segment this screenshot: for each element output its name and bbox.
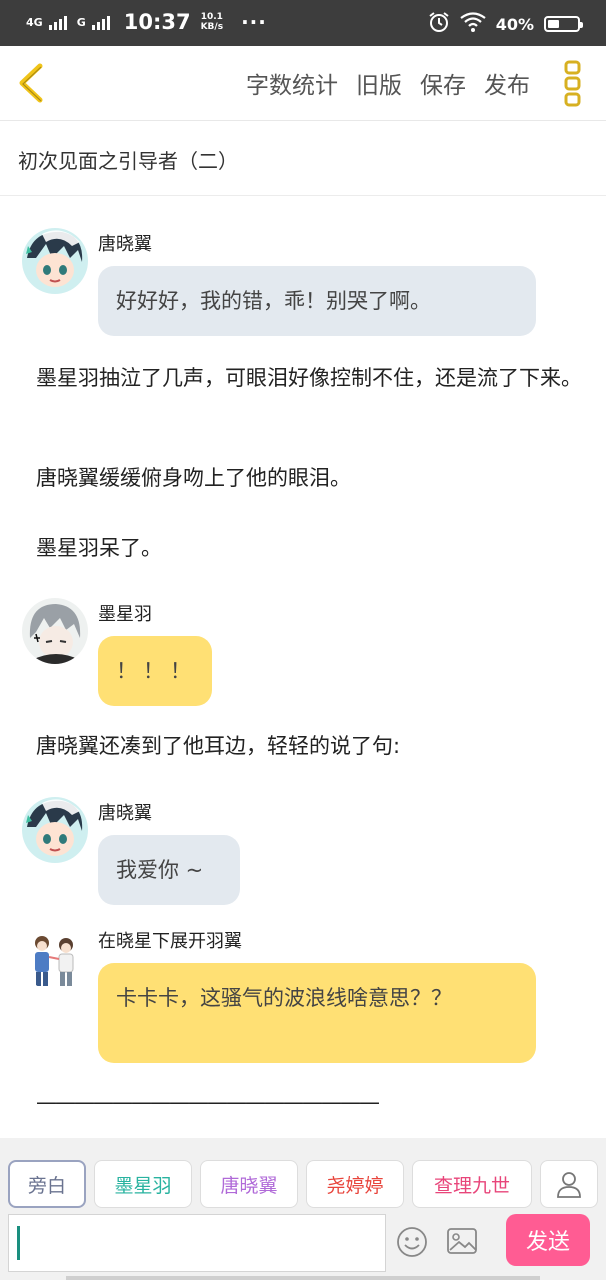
narration-text[interactable]: 唐晓翼还凑到了他耳边，轻轻的说了句: — [36, 730, 582, 762]
speaker-name: 唐晓翼 — [98, 803, 152, 824]
person-icon — [557, 1172, 581, 1198]
composer: 发送 — [0, 1210, 606, 1280]
image-button[interactable] — [446, 1226, 478, 1260]
character-chip-charlie-ix[interactable]: 查理九世 — [412, 1160, 532, 1208]
divider-text[interactable]: —————————————————— — [36, 1086, 582, 1118]
speaker-name: 唐晓翼 — [98, 234, 152, 255]
avatar-tang-xiaoyi[interactable] — [22, 228, 88, 294]
avatar-mo-xingyu[interactable] — [22, 598, 88, 664]
battery-percent: 40% — [495, 14, 534, 34]
character-chip-mo-xingyu[interactable]: 墨星羽 — [94, 1160, 192, 1208]
chevron-left-icon — [19, 63, 43, 103]
speed-unit: KB/s — [200, 22, 224, 32]
speech-bubble: ！！！ — [98, 636, 212, 706]
editor-toolbar: 字数统计 旧版 保存 发布 — [0, 46, 606, 121]
old-version-button[interactable]: 旧版 — [356, 66, 402, 100]
speaker-name: 墨星羽 — [98, 604, 152, 625]
speech-bubble: 好好好，我的错，乖！别哭了啊。 — [98, 266, 536, 336]
chapter-title-field[interactable]: 初次见面之引导者（二） — [0, 121, 606, 196]
battery-icon — [544, 16, 583, 32]
smiley-icon — [397, 1227, 427, 1257]
signal-icon-2 — [91, 14, 110, 30]
message-input[interactable] — [8, 1214, 386, 1272]
avatar-user[interactable] — [22, 925, 88, 991]
emoji-button[interactable] — [396, 1226, 428, 1262]
chip-label: 查理九世 — [433, 1174, 510, 1197]
more-vertical-icon — [564, 60, 581, 107]
home-indicator — [66, 1276, 540, 1280]
narration-text[interactable]: 墨星羽抽泣了几声，可眼泪好像控制不住，还是流了下来。 — [36, 362, 582, 394]
battery-fill — [548, 20, 559, 28]
back-button[interactable] — [12, 62, 52, 104]
character-chip-narrator[interactable]: 旁白 — [8, 1160, 86, 1208]
signal-icon — [48, 14, 67, 30]
clock: 10:37 — [123, 10, 191, 34]
narration-text[interactable]: 唐晓翼缓缓俯身吻上了他的眼泪。 — [36, 462, 582, 494]
narration-text[interactable]: 墨星羽呆了。 — [36, 532, 582, 564]
chip-label: 唐晓翼 — [220, 1174, 278, 1197]
alarm-icon — [428, 11, 450, 37]
more-menu-button[interactable] — [562, 60, 584, 108]
wifi-icon — [460, 12, 486, 36]
avatar-tang-xiaoyi[interactable] — [22, 797, 88, 863]
speech-bubble: 我爱你 ~ — [98, 835, 240, 905]
chip-label: 尧婷婷 — [326, 1174, 384, 1197]
send-button[interactable]: 发送 — [506, 1214, 590, 1266]
character-chip-tang-xiaoyi[interactable]: 唐晓翼 — [200, 1160, 298, 1208]
speech-bubble: 卡卡卡，这骚气的波浪线啥意思？？ — [98, 963, 536, 1063]
network-type: 4G — [26, 15, 43, 29]
word-count-button[interactable]: 字数统计 — [246, 66, 338, 100]
network-type-2: G — [76, 15, 86, 29]
more-notifications-icon: ··· — [241, 10, 267, 34]
text-caret — [17, 1226, 20, 1260]
save-button[interactable]: 保存 — [420, 66, 466, 100]
speaker-name: 在晓星下展开羽翼 — [98, 931, 242, 952]
character-chip-yao-tingting[interactable]: 尧婷婷 — [306, 1160, 404, 1208]
network-speed: 10.1 KB/s — [201, 12, 223, 32]
character-selector: 旁白 墨星羽 唐晓翼 尧婷婷 查理九世 — [0, 1138, 606, 1210]
publish-button[interactable]: 发布 — [484, 66, 530, 100]
chip-label: 墨星羽 — [114, 1174, 172, 1197]
add-character-button[interactable] — [540, 1160, 598, 1208]
image-icon — [447, 1228, 477, 1254]
speed-value: 10.1 — [200, 12, 223, 22]
chapter-title: 初次见面之引导者（二） — [18, 149, 238, 173]
chip-label: 旁白 — [27, 1174, 66, 1197]
status-bar: 4G G 10:37 10.1 KB/s ··· 40% — [0, 0, 606, 46]
